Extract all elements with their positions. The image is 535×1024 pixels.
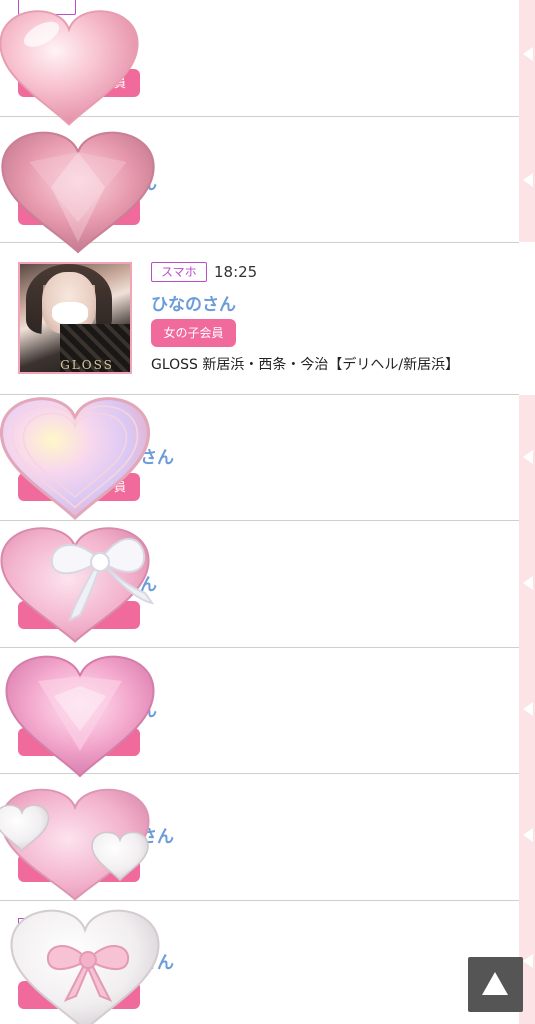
member-type-button[interactable]: 員 — [18, 69, 140, 97]
member-type-button[interactable]: 員 — [18, 473, 140, 501]
cast-name-link[interactable]: ん — [140, 169, 157, 194]
device-badge — [18, 918, 40, 930]
cast-name-link[interactable]: さん — [140, 443, 174, 468]
member-type-button[interactable] — [18, 728, 140, 756]
member-type-button[interactable] — [18, 981, 140, 1009]
cast-thumbnail[interactable]: GLOSS — [18, 262, 132, 374]
cast-name-link[interactable]: さん — [140, 948, 174, 973]
cast-name-link[interactable]: ひなのさん — [151, 290, 236, 315]
member-type-button[interactable] — [18, 854, 140, 882]
cast-name-link[interactable]: ん — [140, 570, 157, 595]
list-item[interactable]: ん — [0, 648, 519, 774]
list-item[interactable]: さん — [0, 901, 519, 1024]
list-item[interactable]: さん — [0, 774, 519, 901]
cast-name-link[interactable]: ん — [140, 696, 157, 721]
back-to-top-button[interactable] — [468, 957, 523, 1012]
post-time: 18:25 — [214, 263, 258, 281]
list-item[interactable]: ん — [0, 521, 519, 648]
shop-name-link[interactable]: GLOSS 新居浜・西条・今治【デリヘル/新居浜】 — [151, 354, 459, 374]
member-type-button[interactable] — [18, 601, 140, 629]
member-type-button[interactable] — [18, 197, 140, 225]
device-badge — [18, 0, 76, 15]
shop-logo: GLOSS — [60, 358, 114, 372]
member-type-button[interactable]: 女の子会員 — [151, 319, 236, 347]
list-item[interactable]: ん — [0, 117, 519, 243]
device-badge: スマホ — [151, 262, 207, 282]
list-item[interactable]: GLOSS スマホ 18:25 ひなのさん 女の子会員 GLOSS 新居浜・西条… — [0, 243, 519, 395]
list-item[interactable]: さん 員 — [0, 395, 519, 521]
cast-name-link[interactable]: さん — [140, 822, 174, 847]
side-rail — [519, 0, 535, 1024]
up-triangle-icon — [482, 972, 508, 995]
list-item[interactable]: 員 — [0, 0, 519, 117]
